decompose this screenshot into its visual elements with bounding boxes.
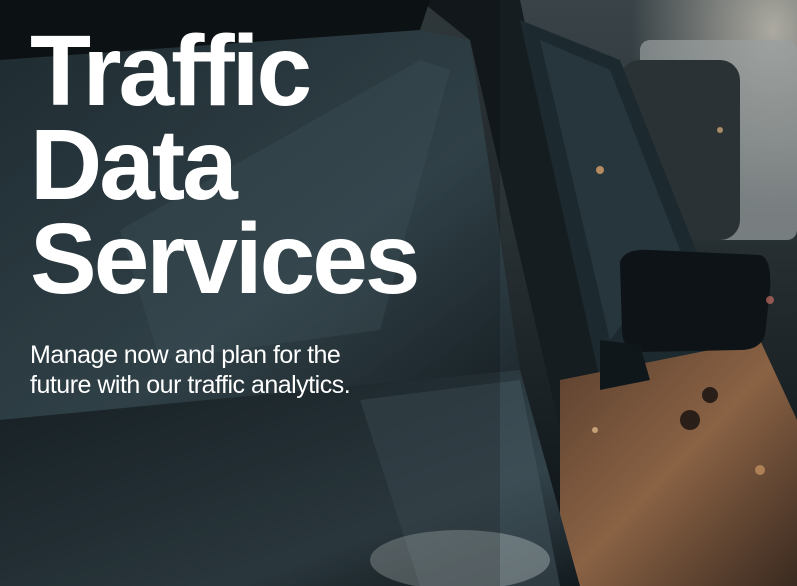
title-line-data: Data bbox=[30, 109, 238, 221]
title-line-services: Services bbox=[30, 203, 420, 315]
hero-subtitle: Manage now and plan for the future with … bbox=[30, 340, 351, 400]
subtitle-line-1: Manage now and plan for the bbox=[30, 341, 341, 369]
subtitle-line-2: future with our traffic analytics. bbox=[30, 371, 351, 399]
page-title: Traffic Data Services bbox=[30, 15, 420, 315]
title-line-traffic: Traffic bbox=[30, 15, 312, 127]
hero-banner: Traffic Data Services Manage now and pla… bbox=[0, 0, 797, 586]
